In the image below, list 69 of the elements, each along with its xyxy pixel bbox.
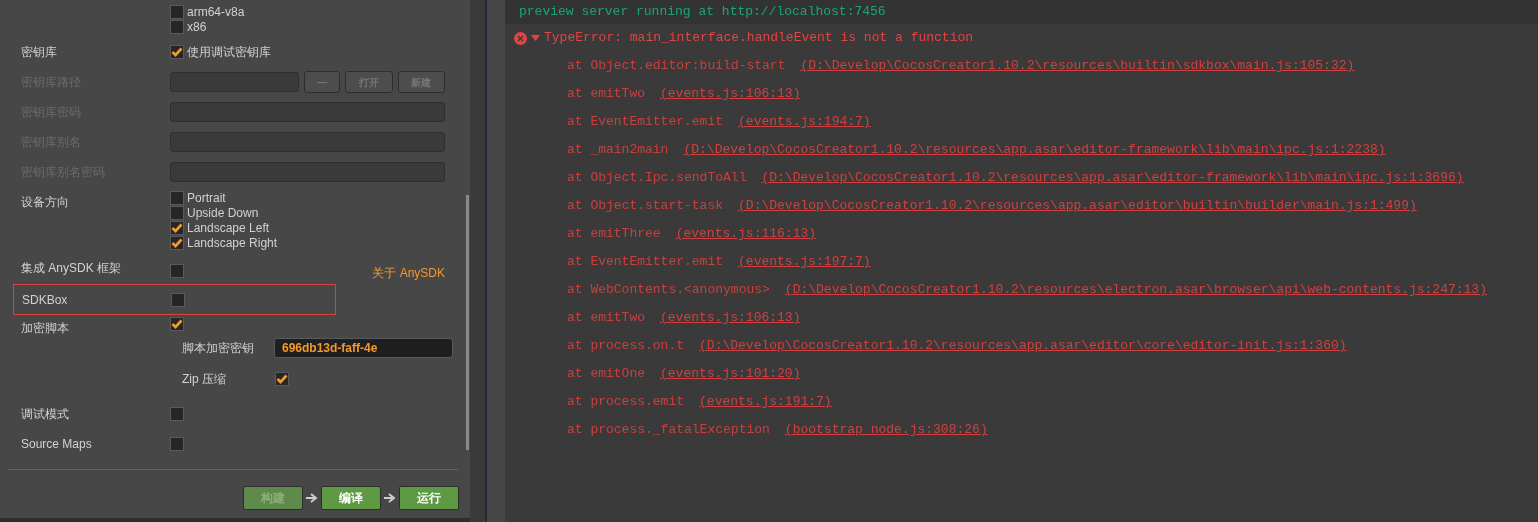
stack-frame: at WebContents.<anonymous> (567, 280, 770, 300)
checkbox[interactable] (170, 317, 184, 331)
option-label: arm64-v8a (187, 3, 245, 21)
source-link[interactable]: (events.js:101:20) (660, 364, 801, 384)
source-link[interactable]: (D:\Develop\CocosCreator1.10.2\resources\app.asar\editor\core\editor-init.js:1:360) (699, 336, 1347, 356)
error-message: TypeError: main_interface.handleEvent is not a function (544, 29, 974, 48)
input-field[interactable]: 696db13d-faff-4e (274, 338, 453, 358)
log-line: preview server running at http://localhost:7456 (519, 3, 886, 22)
option-label: 使用调试密钥库 (187, 44, 271, 61)
stack-frame: at emitTwo (567, 308, 645, 328)
option-label: Upside Down (187, 204, 259, 222)
stack-frame: at EventEmitter.emit (567, 252, 724, 272)
checkbox[interactable] (275, 372, 289, 386)
field-label: 设备方向 (21, 194, 70, 211)
source-link[interactable]: (events.js:106:13) (660, 308, 801, 328)
checkbox[interactable] (170, 235, 184, 250)
option-label: x86 (187, 18, 207, 36)
source-link[interactable]: (bootstrap_node.js:308:26) (784, 420, 988, 440)
checkbox[interactable] (170, 4, 184, 19)
field-label: Zip 压缩 (182, 371, 227, 388)
caret-icon[interactable] (531, 35, 540, 41)
source-link[interactable]: (D:\Develop\CocosCreator1.10.2\resources\app.asar\editor-framework\lib\main\ipc.js:1:2238) (683, 140, 1386, 160)
stack-frame: at emitOne (567, 364, 645, 384)
source-link[interactable]: (D:\Develop\CocosCreator1.10.2\resources\app.asar\editor\builtin\builder\main.js:1:499) (738, 196, 1417, 216)
field-label: Source Maps (21, 436, 93, 453)
stack-frame: at process._fatalException (567, 420, 770, 440)
field-label: SDKBox (22, 291, 69, 309)
about-link[interactable]: 关于 AnySDK (372, 264, 445, 282)
source-link[interactable]: (events.js:197:7) (738, 252, 871, 272)
field-label: 集成 AnySDK 框架 (21, 260, 123, 277)
checkbox[interactable] (170, 45, 184, 59)
stack-frame: at process.on.t (567, 336, 685, 356)
button[interactable]: 运行 (399, 486, 459, 510)
source-link[interactable]: (events.js:191:7) (699, 392, 832, 412)
stack-frame: at emitThree (567, 224, 661, 244)
source-link[interactable]: (events.js:106:13) (660, 84, 801, 104)
field-label: 密钥库 (21, 44, 58, 61)
field-label: 调试模式 (21, 406, 70, 423)
stack-frame: at process.emit (567, 392, 685, 412)
error-icon (514, 31, 527, 45)
option-label: Landscape Left (187, 220, 270, 237)
field-label: 加密脚本 (21, 320, 70, 337)
checkbox[interactable] (170, 220, 184, 235)
checkbox[interactable] (170, 19, 184, 34)
checkbox[interactable] (170, 437, 184, 451)
stack-frame: at _main2main (567, 140, 669, 160)
button[interactable]: 编译 (321, 486, 381, 510)
option-label: Portrait (187, 189, 226, 207)
checkbox[interactable] (171, 292, 185, 307)
source-link[interactable]: (events.js:116:13) (675, 224, 817, 244)
stack-frame: at EventEmitter.emit (567, 112, 724, 132)
arrow-icon (384, 493, 396, 503)
checkbox[interactable] (170, 205, 184, 220)
stack-frame: at Object.start-task (567, 196, 724, 216)
checkbox[interactable] (170, 190, 184, 205)
option-label: Landscape Right (187, 235, 278, 252)
source-link[interactable]: (events.js:194:7) (738, 112, 871, 132)
checkbox[interactable] (170, 264, 184, 278)
source-link[interactable]: (D:\Develop\CocosCreator1.10.2\resources\app.asar\editor-framework\lib\main\ipc.js:1:3696) (761, 168, 1464, 188)
scrollbar-thumb[interactable] (466, 195, 469, 450)
stack-frame: at emitTwo (567, 84, 645, 104)
stack-frame: at Object.Ipc.sendToAll (567, 168, 747, 188)
panel-splitter[interactable] (470, 0, 505, 522)
arrow-icon (306, 493, 318, 503)
source-link[interactable]: (D:\Develop\CocosCreator1.10.2\resources\builtin\sdkbox\main.js:105:32) (800, 56, 1355, 76)
checkbox[interactable] (170, 407, 184, 421)
source-link[interactable]: (D:\Develop\CocosCreator1.10.2\resources\electron.asar\browser\api\web-contents.js:247:13) (784, 280, 1487, 300)
stack-frame: at Object.editor:build-start (567, 56, 786, 76)
field-label: 脚本加密密钥 (182, 340, 255, 357)
